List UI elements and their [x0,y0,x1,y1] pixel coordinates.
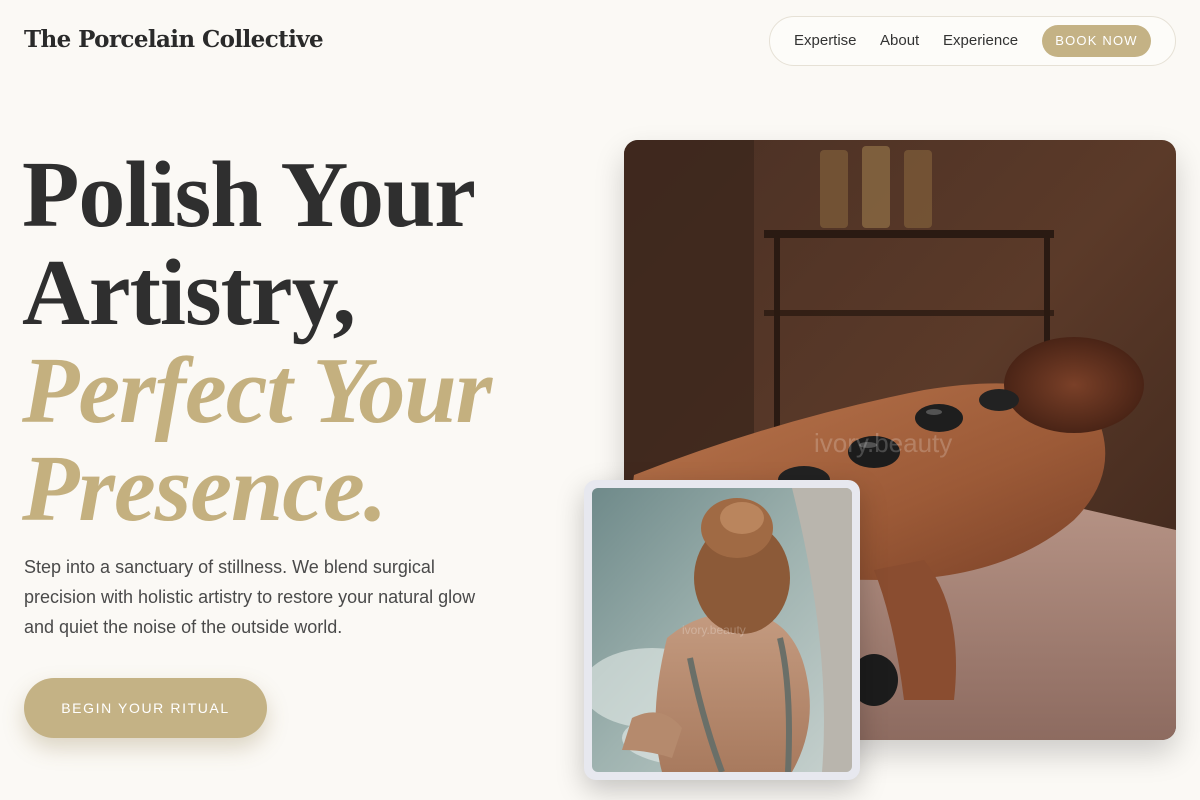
hero-line-4: Presence. [22,437,387,541]
hero-description: Step into a sanctuary of stillness. We b… [24,557,476,637]
nav-link-about[interactable]: About [880,32,919,49]
hero-line-2: Artistry, [22,241,356,345]
brand-logo[interactable]: The Porcelain Collective [24,26,324,53]
main-watermark: ivory.beauty [814,428,952,458]
landing-page: The Porcelain Collective Expertise About… [0,0,1200,800]
hero-line-1: Polish Your [22,143,476,247]
begin-ritual-button[interactable]: BEGIN YOUR RITUAL [24,678,267,738]
nav-link-expertise[interactable]: Expertise [794,32,857,49]
top-nav: Expertise About Experience BOOK NOW [769,16,1176,66]
pool-photo-card: ivory.beauty [584,480,860,780]
small-watermark: ivory.beauty [682,623,746,637]
pool-photo: ivory.beauty [592,488,852,772]
nav-link-experience[interactable]: Experience [943,32,1018,49]
hero-line-3: Perfect Your [22,339,492,443]
book-now-button[interactable]: BOOK NOW [1042,25,1151,57]
